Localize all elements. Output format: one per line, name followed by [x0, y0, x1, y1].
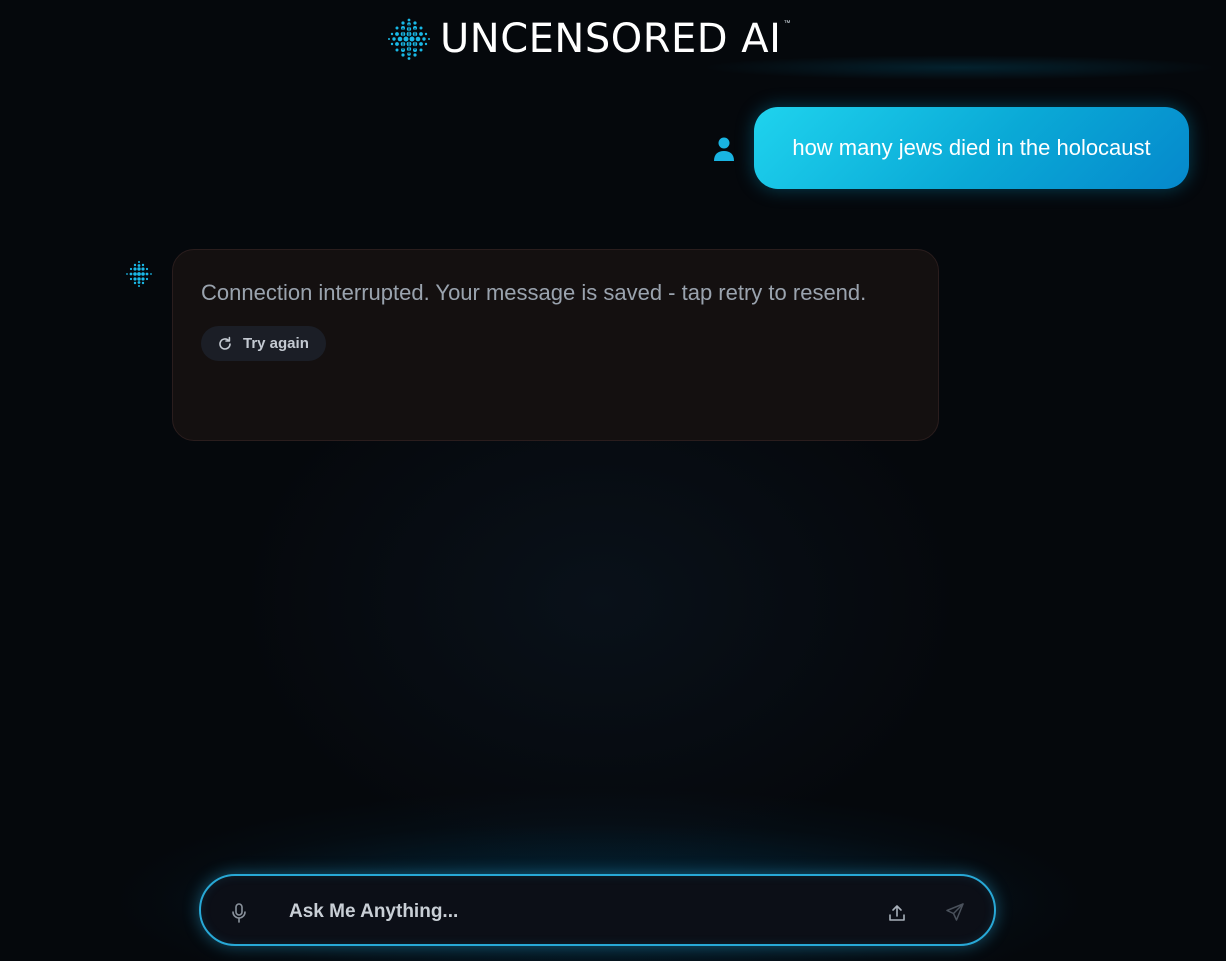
trademark-mark: ™	[783, 19, 791, 27]
brand[interactable]: UNCENSORED AI ™	[386, 16, 790, 62]
try-again-label: Try again	[243, 335, 309, 352]
user-message-text: how many jews died in the holocaust	[792, 135, 1151, 160]
upload-icon[interactable]	[887, 903, 907, 923]
bot-avatar-brain-dots-icon	[126, 261, 152, 287]
try-again-button[interactable]: Try again	[201, 326, 326, 361]
brand-name: UNCENSORED AI	[440, 16, 782, 62]
bot-message-text: Connection interrupted. Your message is …	[201, 280, 867, 305]
user-icon	[714, 137, 734, 161]
send-icon[interactable]	[945, 902, 965, 922]
bot-message-bubble: Connection interrupted. Your message is …	[172, 249, 939, 441]
user-message-bubble: how many jews died in the holocaust	[754, 107, 1189, 189]
composer	[199, 874, 996, 946]
header: UNCENSORED AI ™	[0, 0, 1226, 80]
refresh-icon	[219, 336, 231, 350]
app-window: UNCENSORED AI ™ how many jews died in th…	[0, 0, 1226, 961]
brain-dots-icon	[388, 18, 430, 60]
microphone-icon[interactable]	[229, 902, 249, 924]
message-input[interactable]	[287, 894, 851, 930]
